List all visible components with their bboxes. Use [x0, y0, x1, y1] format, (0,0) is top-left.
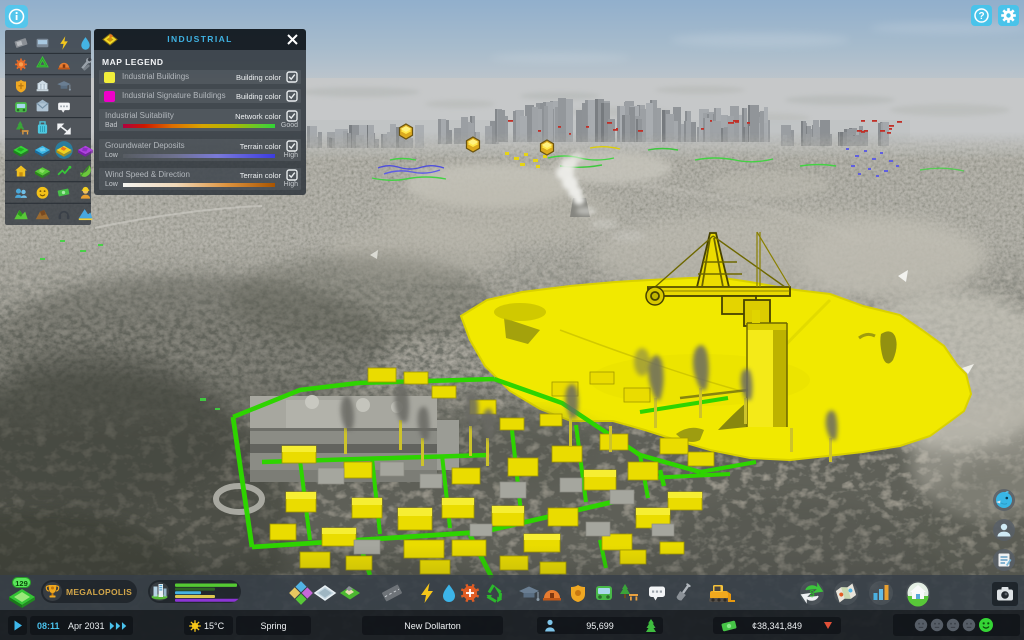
svg-text:$: $ — [809, 589, 814, 599]
svg-text:?: ? — [978, 11, 984, 22]
